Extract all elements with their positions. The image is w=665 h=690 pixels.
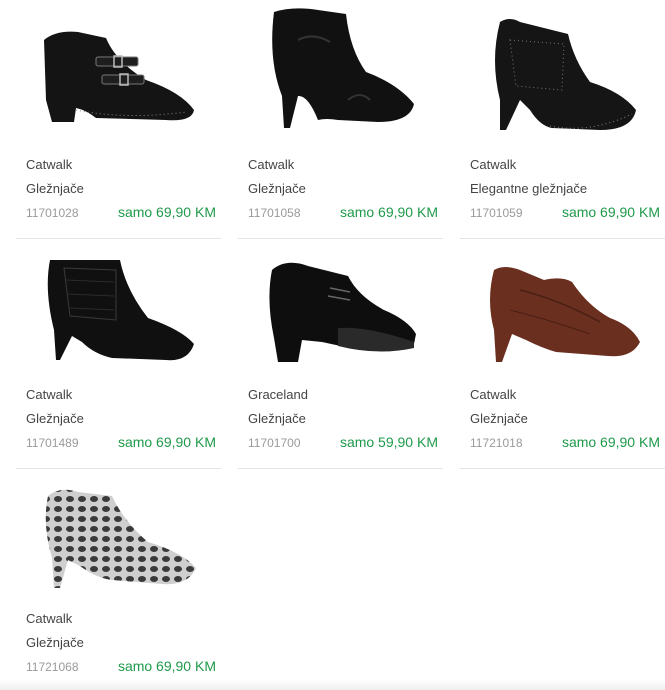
boot-icon (272, 8, 414, 128)
product-image[interactable] (460, 230, 665, 370)
shoe-icon (269, 262, 416, 362)
product-price: samo 69,90 KM (117, 204, 216, 220)
boot-icon (45, 489, 196, 588)
product-category[interactable]: Gležnjače (26, 411, 84, 426)
product-sku: 11721068 (26, 660, 79, 674)
product-category[interactable]: Gležnjače (248, 181, 306, 196)
product-category[interactable]: Gležnjače (470, 411, 528, 426)
product-brand[interactable]: Catwalk (26, 387, 72, 402)
card-divider (460, 468, 665, 469)
product-category[interactable]: Elegantne gležnjače (470, 181, 587, 196)
product-image[interactable] (16, 454, 221, 594)
product-image[interactable] (460, 0, 665, 140)
product-brand[interactable]: Catwalk (248, 157, 294, 172)
product-price: samo 69,90 KM (339, 204, 438, 220)
product-price: samo 59,90 KM (339, 434, 438, 450)
product-brand[interactable]: Catwalk (26, 611, 72, 626)
product-sku: 11701059 (470, 206, 523, 220)
product-category[interactable]: Gležnjače (26, 635, 84, 650)
boot-icon (47, 260, 194, 361)
product-price: samo 69,90 KM (117, 434, 216, 450)
product-price: samo 69,90 KM (561, 434, 660, 450)
product-category[interactable]: Gležnjače (26, 181, 84, 196)
boot-icon (44, 31, 194, 122)
product-brand[interactable]: Catwalk (470, 387, 516, 402)
product-sku: 11701489 (26, 436, 79, 450)
product-brand[interactable]: Catwalk (26, 157, 72, 172)
card-divider (238, 468, 443, 469)
product-image[interactable] (16, 230, 221, 370)
product-image[interactable] (238, 230, 443, 370)
product-sku: 11701700 (248, 436, 301, 450)
product-sku: 11701058 (248, 206, 301, 220)
product-brand[interactable]: Catwalk (470, 157, 516, 172)
product-sku: 11721018 (470, 436, 523, 450)
product-sku: 11701028 (26, 206, 79, 220)
product-price: samo 69,90 KM (117, 658, 216, 674)
product-price: samo 69,90 KM (561, 204, 660, 220)
product-image[interactable] (238, 0, 443, 140)
product-brand[interactable]: Graceland (248, 387, 308, 402)
boot-icon (495, 19, 636, 130)
product-category[interactable]: Gležnjače (248, 411, 306, 426)
page-bottom-edge (0, 680, 665, 690)
boot-icon (490, 267, 640, 362)
product-image[interactable] (16, 0, 221, 140)
